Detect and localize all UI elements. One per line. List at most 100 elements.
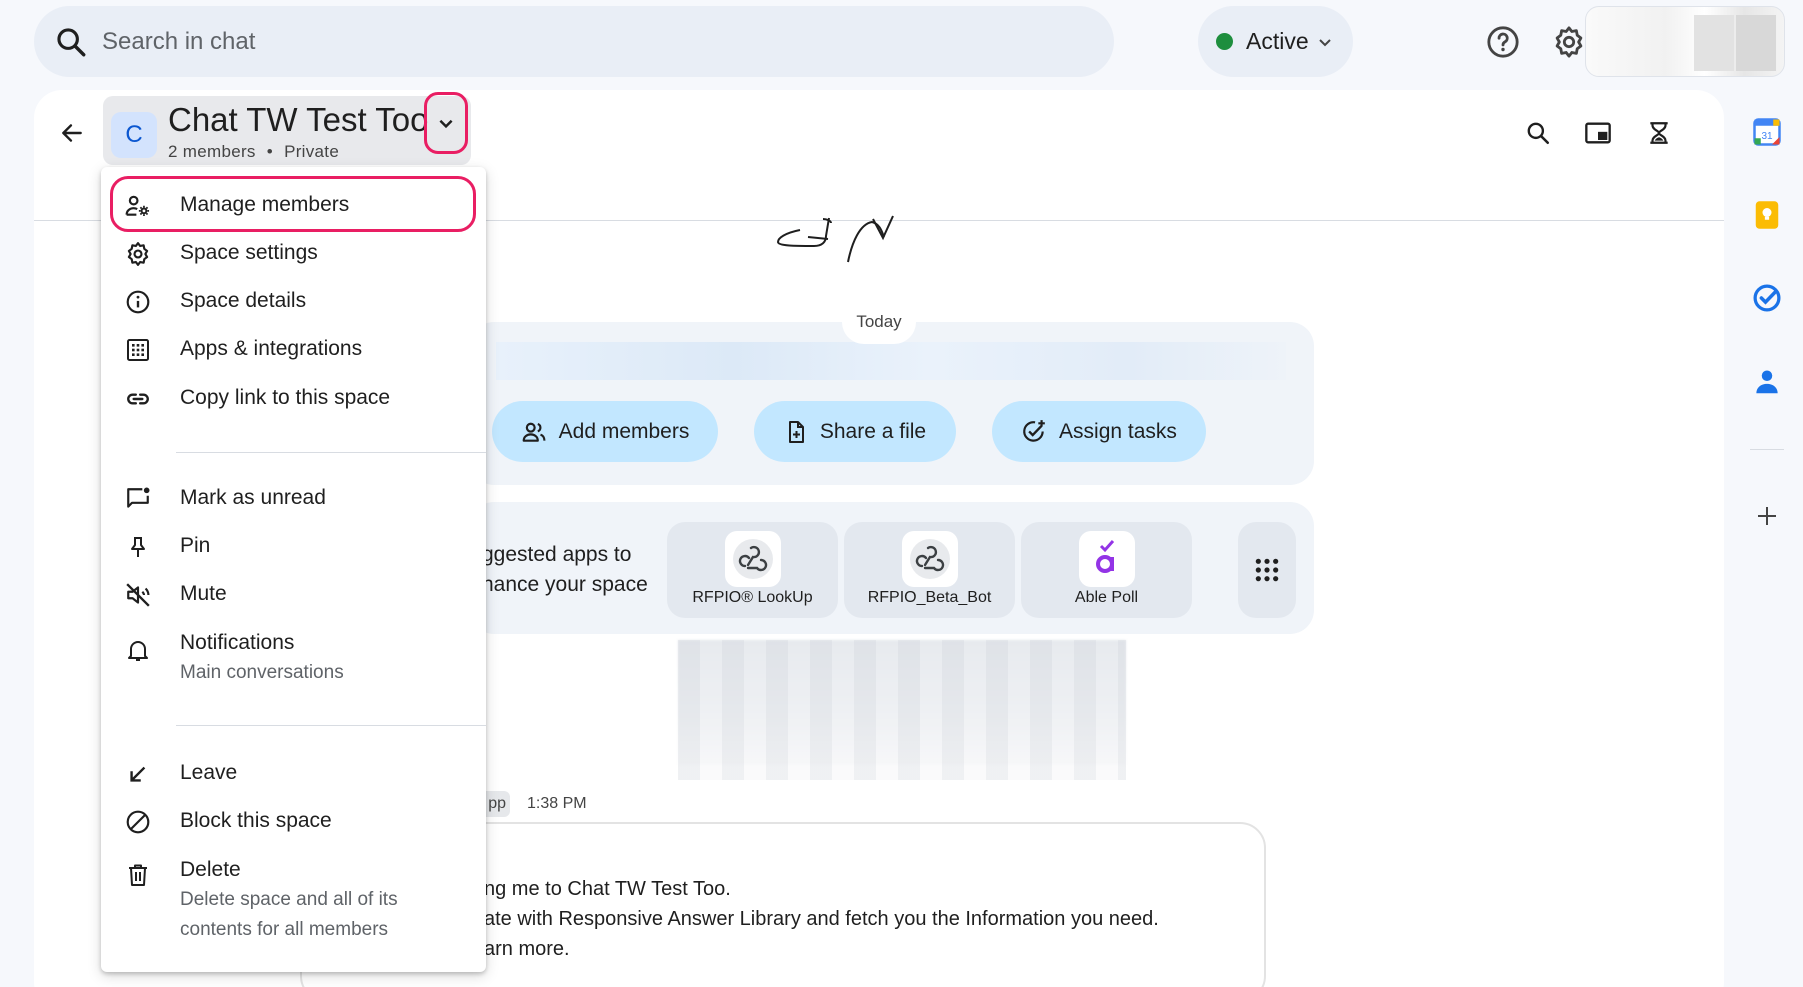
hourglass-icon[interactable] bbox=[1638, 112, 1680, 154]
menu-label: Mark as unread bbox=[180, 486, 326, 509]
more-apps-button[interactable] bbox=[1238, 522, 1296, 618]
space-visibility: Private bbox=[284, 142, 340, 161]
chevron-down-icon bbox=[437, 114, 455, 132]
apps-grid-icon bbox=[1254, 557, 1280, 583]
search-input[interactable] bbox=[102, 27, 1002, 56]
chevron-down-icon bbox=[1317, 34, 1333, 50]
menu-item-pin[interactable]: Pin bbox=[101, 522, 486, 570]
blurred-image-overlay bbox=[678, 640, 1126, 780]
mute-icon bbox=[125, 582, 151, 608]
blurred-text bbox=[496, 342, 1286, 380]
add-file-icon bbox=[784, 420, 808, 444]
menu-item-manage-members[interactable]: Manage members bbox=[101, 181, 486, 229]
tasks-icon[interactable] bbox=[1748, 279, 1786, 317]
assign-tasks-button[interactable]: Assign tasks bbox=[992, 401, 1206, 462]
leave-arrow-icon bbox=[125, 761, 151, 787]
add-people-icon bbox=[521, 419, 547, 445]
app-chip-rfpio-beta-bot[interactable]: RFPIO_Beta_Bot bbox=[844, 522, 1015, 618]
meta-separator: • bbox=[266, 142, 274, 161]
menu-item-apps-integrations[interactable]: Apps & integrations bbox=[101, 325, 486, 373]
status-label: Active bbox=[1246, 28, 1309, 54]
welcome-illustration bbox=[748, 215, 958, 270]
app-chip-able-poll[interactable]: Able Poll bbox=[1021, 522, 1192, 618]
menu-divider bbox=[176, 725, 486, 726]
gear-icon bbox=[125, 241, 151, 267]
block-icon bbox=[125, 809, 151, 835]
app-chip-rfpio-lookup[interactable]: RFPIO® LookUp bbox=[667, 522, 838, 618]
able-poll-logo-icon bbox=[1079, 531, 1135, 587]
contacts-icon[interactable] bbox=[1748, 363, 1786, 401]
search-bar[interactable] bbox=[34, 6, 1114, 77]
message-line: ate with Responsive Answer Library and f… bbox=[484, 908, 1159, 930]
menu-item-copy-link[interactable]: Copy link to this space bbox=[101, 374, 486, 422]
account-image-blur bbox=[1736, 15, 1776, 71]
menu-label: Pin bbox=[180, 534, 211, 557]
menu-label: Block this space bbox=[180, 809, 332, 832]
date-divider: Today bbox=[842, 300, 916, 344]
picture-in-picture-icon[interactable] bbox=[1577, 112, 1619, 154]
menu-label: Apps & integrations bbox=[180, 337, 363, 360]
trash-icon bbox=[125, 862, 151, 888]
calendar-icon[interactable]: 31 bbox=[1748, 113, 1786, 151]
back-arrow-icon[interactable] bbox=[52, 113, 92, 153]
bell-icon bbox=[125, 637, 151, 663]
keep-icon[interactable] bbox=[1748, 196, 1786, 234]
status-dot bbox=[1216, 33, 1233, 50]
apps-icon bbox=[125, 337, 151, 363]
account-image-blur bbox=[1694, 15, 1734, 71]
menu-item-mark-unread[interactable]: Mark as unread bbox=[101, 474, 486, 522]
menu-label: Manage members bbox=[180, 193, 350, 216]
suggested-line-2: hance your space bbox=[482, 573, 648, 596]
rail-divider bbox=[1750, 449, 1784, 450]
message-line: arn more. bbox=[484, 938, 570, 960]
menu-label: Delete bbox=[180, 858, 241, 881]
menu-item-block-space[interactable]: Block this space bbox=[101, 797, 486, 845]
menu-item-space-settings[interactable]: Space settings bbox=[101, 229, 486, 277]
menu-item-leave[interactable]: Leave bbox=[101, 749, 486, 797]
menu-sublabel: Delete space and all of its bbox=[180, 889, 398, 910]
menu-item-mute[interactable]: Mute bbox=[101, 570, 486, 618]
space-header[interactable]: C Chat TW Test Too 2 members • Private bbox=[103, 96, 471, 165]
suggested-apps-text: ggested apps to hance your space bbox=[482, 540, 648, 600]
menu-divider bbox=[176, 452, 486, 453]
space-options-menu: Manage members Space settings Space deta… bbox=[101, 167, 486, 972]
status-selector[interactable]: Active bbox=[1198, 6, 1353, 77]
share-file-label: Share a file bbox=[819, 419, 927, 443]
menu-label: Copy link to this space bbox=[180, 386, 391, 409]
webhook-icon bbox=[725, 531, 781, 587]
app-name: RFPIO_Beta_Bot bbox=[867, 589, 992, 606]
menu-label: Mute bbox=[180, 582, 227, 605]
webhook-icon bbox=[902, 531, 958, 587]
menu-label: Notifications bbox=[180, 631, 295, 654]
search-icon[interactable] bbox=[1517, 112, 1559, 154]
menu-sublabel: Main conversations bbox=[180, 662, 344, 683]
add-icon[interactable] bbox=[1748, 497, 1786, 535]
space-menu-dropdown-button[interactable] bbox=[424, 92, 468, 154]
info-icon bbox=[125, 289, 151, 315]
assign-tasks-label: Assign tasks bbox=[1059, 419, 1177, 443]
menu-item-delete[interactable]: Delete Delete space and all of its conte… bbox=[101, 846, 486, 956]
menu-label: Space settings bbox=[180, 241, 318, 264]
suggested-line-1: ggested apps to bbox=[482, 543, 632, 566]
member-count: 2 members bbox=[168, 142, 256, 161]
mark-unread-icon bbox=[125, 486, 151, 512]
pin-icon bbox=[125, 534, 151, 560]
search-icon[interactable] bbox=[54, 25, 88, 59]
app-name: Able Poll bbox=[1074, 589, 1139, 606]
menu-item-space-details[interactable]: Space details bbox=[101, 277, 486, 325]
account-switcher[interactable] bbox=[1585, 6, 1785, 77]
svg-text:31: 31 bbox=[1761, 131, 1773, 142]
message-time: 1:38 PM bbox=[527, 795, 587, 812]
menu-item-notifications[interactable]: Notifications Main conversations bbox=[101, 619, 486, 689]
space-meta: 2 members • Private bbox=[168, 142, 339, 162]
share-file-button[interactable]: Share a file bbox=[754, 401, 956, 462]
menu-label: Leave bbox=[180, 761, 238, 784]
help-icon[interactable] bbox=[1480, 19, 1526, 65]
menu-sublabel: contents for all members bbox=[180, 919, 389, 940]
message-line: ng me to Chat TW Test Too. bbox=[484, 878, 731, 900]
link-icon bbox=[125, 386, 151, 412]
add-task-icon bbox=[1021, 419, 1047, 445]
add-members-button[interactable]: Add members bbox=[492, 401, 718, 462]
add-members-label: Add members bbox=[558, 419, 690, 443]
menu-label: Space details bbox=[180, 289, 307, 312]
